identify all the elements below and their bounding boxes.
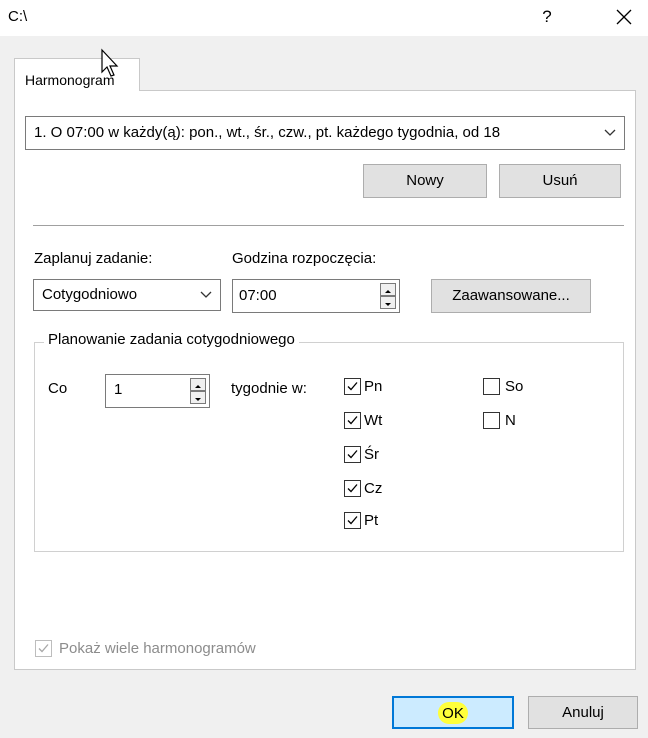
schedule-type-select[interactable]: Cotygodniowo xyxy=(33,279,221,311)
window-title: C:\ xyxy=(8,8,28,25)
ok-label: OK xyxy=(442,705,464,722)
day-label: N xyxy=(505,412,516,429)
chevron-down-icon xyxy=(200,291,212,298)
schedule-select[interactable]: 1. O 07:00 w każdy(ą): pon., wt., śr., c… xyxy=(25,116,625,150)
checkbox-box[interactable] xyxy=(344,378,361,395)
every-weeks-spinner[interactable] xyxy=(190,378,206,404)
checkmark-icon xyxy=(347,382,358,391)
day-label: Pn xyxy=(364,378,383,395)
help-button[interactable]: ? xyxy=(533,3,561,31)
checkbox-box[interactable] xyxy=(35,640,52,657)
start-time-label: Godzina rozpoczęcia: xyxy=(232,250,377,267)
show-multiple-schedules-label: Pokaż wiele harmonogramów xyxy=(59,640,256,657)
checkbox-box[interactable] xyxy=(483,412,500,429)
close-icon xyxy=(616,9,632,25)
checkbox-box[interactable] xyxy=(344,412,361,429)
weekly-group-title: Planowanie zadania cotygodniowego xyxy=(44,331,299,348)
start-time-spinner[interactable] xyxy=(380,283,396,309)
schedule-type-value: Cotygodniowo xyxy=(42,286,138,303)
delete-button[interactable]: Usuń xyxy=(499,164,621,198)
cancel-button[interactable]: Anuluj xyxy=(528,696,638,729)
spin-down-button[interactable] xyxy=(190,391,206,404)
checkmark-icon xyxy=(347,450,358,459)
spin-down-button[interactable] xyxy=(380,296,396,309)
checkbox-box[interactable] xyxy=(344,512,361,529)
checkmark-icon xyxy=(347,484,358,493)
checkmark-icon xyxy=(347,516,358,525)
start-time-input[interactable]: 07:00 xyxy=(232,279,400,313)
schedule-type-label: Zaplanuj zadanie: xyxy=(34,250,153,267)
title-bar: C:\ ? xyxy=(0,0,648,36)
advanced-button[interactable]: Zaawansowane... xyxy=(431,279,591,313)
chevron-down-icon xyxy=(604,129,616,136)
weeks-on-label: tygodnie w: xyxy=(231,380,307,397)
checkbox-box[interactable] xyxy=(483,378,500,395)
day-label: Wt xyxy=(364,412,383,429)
checkbox-box[interactable] xyxy=(344,446,361,463)
day-label: So xyxy=(505,378,524,395)
every-label: Co xyxy=(48,380,68,397)
day-label: Śr xyxy=(364,446,379,463)
checkmark-icon xyxy=(38,644,49,653)
close-button[interactable] xyxy=(608,3,640,31)
spin-up-button[interactable] xyxy=(380,283,396,296)
spin-up-button[interactable] xyxy=(190,378,206,391)
every-weeks-value: 1 xyxy=(114,381,123,398)
checkmark-icon xyxy=(347,416,358,425)
arrow-down-icon xyxy=(385,303,391,306)
day-label: Pt xyxy=(364,512,379,529)
ok-button[interactable]: OK xyxy=(392,696,514,729)
checkbox-box[interactable] xyxy=(344,480,361,497)
separator xyxy=(33,225,624,226)
every-weeks-input[interactable]: 1 xyxy=(105,374,210,408)
new-button[interactable]: Nowy xyxy=(363,164,487,198)
schedule-select-value: 1. O 07:00 w każdy(ą): pon., wt., śr., c… xyxy=(34,124,501,141)
arrow-down-icon xyxy=(195,398,201,401)
mouse-cursor-icon xyxy=(101,48,119,77)
day-label: Cz xyxy=(364,480,383,497)
start-time-value: 07:00 xyxy=(239,287,277,304)
